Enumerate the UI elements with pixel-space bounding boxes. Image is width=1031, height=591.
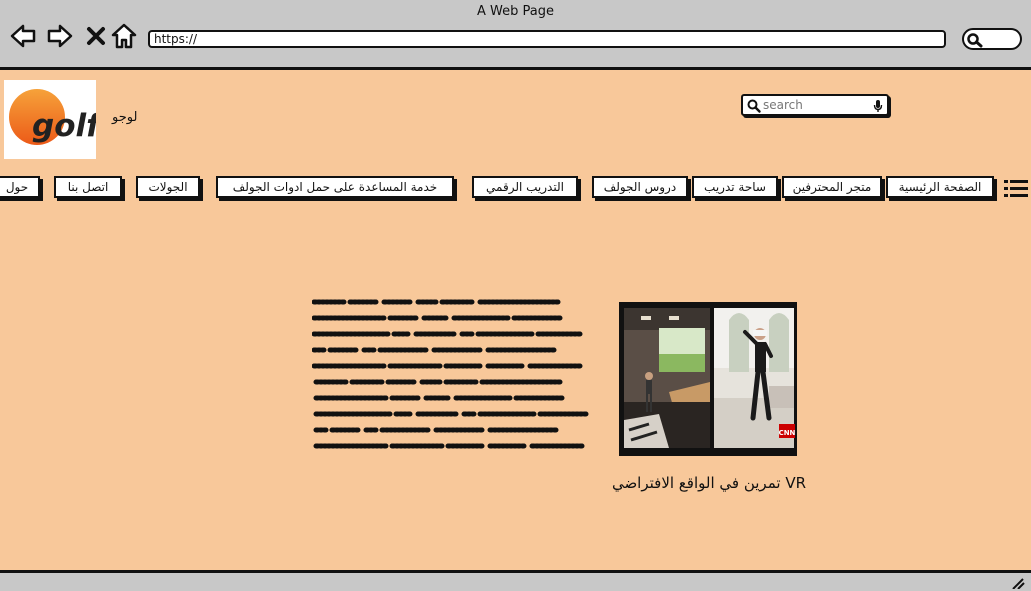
browser-status-bar: [0, 570, 1031, 591]
close-icon[interactable]: [82, 22, 110, 50]
search-placeholder: search: [763, 98, 803, 112]
logo-word: golf: [32, 108, 96, 144]
nav-item-about[interactable]: حول: [0, 176, 40, 198]
window-title: A Web Page: [477, 4, 554, 19]
search-icon: [747, 99, 761, 113]
nav-item-tours[interactable]: الجولات: [136, 176, 200, 198]
logo-label: لوجو: [112, 110, 138, 125]
microphone-icon[interactable]: [873, 99, 883, 113]
logo[interactable]: golf: [4, 80, 103, 159]
golf-logo-image: golf: [9, 89, 103, 145]
url-bar[interactable]: https://: [148, 30, 946, 48]
nav-item-home[interactable]: الصفحة الرئيسية: [886, 176, 994, 198]
search-input[interactable]: search: [741, 94, 889, 116]
browser-search-field[interactable]: [962, 28, 1022, 50]
resize-handle-icon[interactable]: [1011, 577, 1025, 589]
vr-training-image: CNN: [619, 302, 797, 456]
nav-item-pro-shop[interactable]: متجر المحترفين: [782, 176, 882, 198]
hamburger-menu-icon[interactable]: [1004, 178, 1028, 200]
forward-arrow-icon[interactable]: [46, 22, 74, 50]
cnn-badge-text: CNN: [779, 429, 796, 437]
video-caption: VR تمرين في الواقع الافتراضي: [611, 474, 806, 492]
nav-item-driving-range[interactable]: ساحة تدريب: [692, 176, 778, 198]
search-icon: [967, 33, 983, 48]
nav-item-contact[interactable]: اتصل بنا: [54, 176, 122, 198]
vr-training-video[interactable]: CNN: [619, 302, 797, 456]
browser-chrome: A Web Page https://: [0, 0, 1031, 70]
placeholder-text-block: [312, 299, 589, 449]
nav-item-caddie-service[interactable]: خدمة المساعدة على حمل ادوات الجولف: [216, 176, 454, 198]
home-icon[interactable]: [110, 22, 138, 50]
nav-item-golf-lessons[interactable]: دروس الجولف: [592, 176, 688, 198]
back-arrow-icon[interactable]: [9, 22, 37, 50]
nav-item-digital-training[interactable]: التدريب الرقمي: [472, 176, 578, 198]
